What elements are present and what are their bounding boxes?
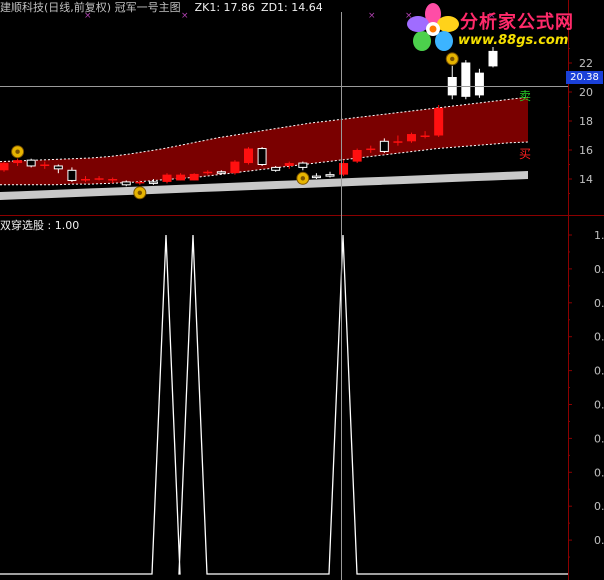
candle-body [420,135,430,137]
candle-body [379,140,389,152]
indicator-header: 双穿选股 : 1.00 [0,219,80,232]
indicator-tick-label: 0. [594,263,604,276]
candle-body [0,163,9,171]
candle-body [81,179,90,181]
signal-coin-dot [450,56,455,62]
price-tick-label: 18 [579,115,593,128]
indicator-tick-label: 0. [594,500,604,513]
candle-body [53,165,63,170]
candle-body [339,163,349,175]
zd-value: ZD1: 14.64 [261,1,323,14]
candle-body [325,174,335,177]
zk-value: ZK1: 17.86 [194,1,256,14]
signal-coin-dot [137,190,143,195]
signal-coin-dot [300,176,306,181]
indicator-tick-label: 0. [594,365,604,378]
candle-body [461,62,471,97]
candle-body [26,159,36,167]
logo-url: www.88gs.com [458,33,569,48]
candle-body [162,174,172,182]
indicator-panel [0,234,568,575]
indicator-tick-label: 0. [594,297,604,310]
price-tick-label: 20 [579,86,593,99]
indicator-tick-label: 0. [594,534,604,547]
candle-body [230,161,240,174]
candle-body [393,141,403,143]
candle-body [94,178,104,180]
candle-body [407,134,416,142]
candle-body [284,163,294,166]
candle-body [257,148,267,166]
top-marker-icon: × [368,11,376,21]
candle-body [40,164,50,166]
indicator-tick-label: 1. [594,229,604,242]
indicator-tick-label: 0. [594,331,604,344]
candle-body [474,72,484,96]
flower-logo-icon [407,3,459,51]
candle-body [203,171,213,174]
candle-body [216,171,226,174]
chart-title: 建顺科技(日线,前复权) 冠军一号主图 [0,1,181,14]
overlay: ××××××卖买 [0,11,568,580]
channel-band [0,97,528,185]
candle-body [434,107,444,136]
watermark-logo: 分析家公式网 www.88gs.com [404,2,602,52]
indicator-tick-label: 0. [594,432,604,445]
logo-title: 分析家公式网 [460,12,574,33]
chart-canvas: 22201816141.0.0.0.0.0.0.0.0.0. ××××××卖买 [0,0,604,580]
candle-body [108,179,118,181]
candle-body [13,160,23,164]
candle-body [311,175,321,179]
signal-coin-dot [15,149,20,154]
indicator-tick-label: 0. [594,399,604,412]
main-price-panel [0,47,529,201]
candle-body [189,173,199,181]
candle-body [148,181,158,184]
candle-body [135,181,145,184]
sell-marker: 卖 [519,89,531,103]
indicator-tick-label: 0. [594,466,604,479]
candle-body [176,174,186,181]
chart-header: 建顺科技(日线,前复权) 冠军一号主图 ZK1: 17.86 ZD1: 14.64 [0,0,323,15]
candle-body [67,169,77,181]
buy-marker: 买 [519,147,531,161]
current-price-tag: 20.38 [566,71,603,84]
price-tick-label: 22 [579,57,593,70]
price-tick-label: 16 [579,144,593,157]
candle-body [121,181,131,186]
price-tick-label: 14 [579,173,593,186]
candle-body [488,50,498,67]
candle-body [352,150,362,162]
candle-body [298,162,308,168]
candle-body [366,148,376,151]
candle-body [244,148,253,164]
signal-line [0,234,568,575]
candle-body [271,166,281,171]
